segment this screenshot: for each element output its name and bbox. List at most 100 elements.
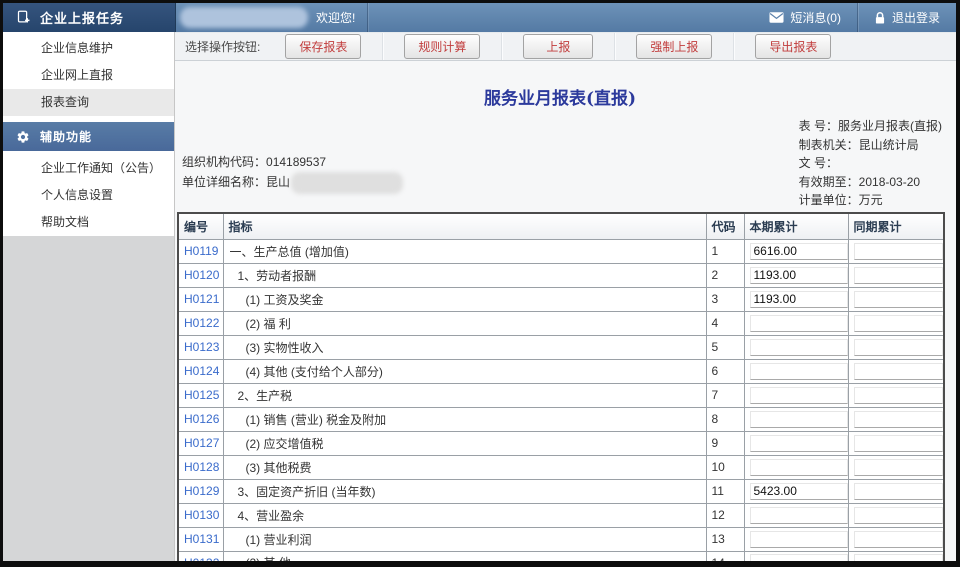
rule-calculate-button[interactable]: 规则计算	[404, 34, 480, 59]
table-row: H0126(1) 销售 (营业) 税金及附加8	[178, 407, 944, 431]
force-submit-button[interactable]: 强制上报	[636, 34, 712, 59]
row-seq: 9	[706, 431, 744, 455]
toolbar-label: 选择操作按钮:	[185, 38, 264, 55]
current-period-input[interactable]	[750, 554, 848, 561]
table-row: H0122(2) 福 利4	[178, 311, 944, 335]
sidebar-item-personal-settings[interactable]: 个人信息设置	[3, 182, 174, 209]
sidebar-item-online-report[interactable]: 企业网上直报	[3, 62, 174, 89]
current-period-input[interactable]	[750, 339, 848, 356]
same-period-input[interactable]	[854, 363, 944, 380]
same-period-input[interactable]	[854, 291, 944, 308]
meta-line-doc-no: 文 号：	[799, 154, 942, 173]
row-indicator: (2) 福 利	[223, 311, 706, 335]
header-indicator: 指标	[223, 213, 706, 239]
table-row: H0128 (3) 其他税费10	[178, 455, 944, 479]
meta-line-valid-until: 有效期至：2018-03-20	[799, 173, 942, 192]
current-period-input[interactable]	[750, 267, 848, 284]
unit-name-line: 单位详细名称：昆山	[182, 172, 403, 194]
table-row: H0132 (2) 其 他14	[178, 551, 944, 561]
row-seq: 13	[706, 527, 744, 551]
row-indicator: (3) 其他税费	[223, 455, 706, 479]
row-seq: 10	[706, 455, 744, 479]
row-indicator: (1) 工资及奖金	[223, 287, 706, 311]
current-period-input[interactable]	[750, 483, 848, 500]
row-code-link[interactable]: H0130	[184, 508, 219, 522]
submit-button[interactable]: 上报	[523, 34, 593, 59]
unit-name-label: 单位详细名称：	[182, 175, 266, 189]
row-seq: 2	[706, 263, 744, 287]
header-code: 编号	[178, 213, 223, 239]
row-seq: 11	[706, 479, 744, 503]
current-period-input[interactable]	[750, 387, 848, 404]
same-period-input[interactable]	[854, 459, 944, 476]
same-period-input[interactable]	[854, 507, 944, 524]
app-title: 企业上报任务	[40, 8, 124, 27]
row-indicator: 1、劳动者报酬	[223, 263, 706, 287]
current-period-input[interactable]	[750, 507, 848, 524]
row-code-link[interactable]: H0126	[184, 412, 219, 426]
row-code-link[interactable]: H0120	[184, 268, 219, 282]
sidebar-item-work-notice[interactable]: 企业工作通知（公告）	[3, 155, 174, 182]
top-bar: 企业上报任务 欢迎您! 短消息(0)	[3, 3, 956, 32]
messages-button[interactable]: 短消息(0)	[753, 3, 857, 32]
same-period-input[interactable]	[854, 531, 944, 548]
sidebar-group-aux-label: 辅助功能	[40, 128, 92, 145]
same-period-input[interactable]	[854, 554, 944, 561]
table-row: H01304、营业盈余12	[178, 503, 944, 527]
meta-line-unit: 计量单位：万元	[799, 191, 942, 210]
redacted-unit-name	[291, 172, 403, 194]
row-code-link[interactable]: H0125	[184, 388, 219, 402]
same-period-input[interactable]	[854, 315, 944, 332]
row-code-link[interactable]: H0123	[184, 340, 219, 354]
report-title: 服务业月报表(直报)	[177, 84, 943, 109]
header-same-period: 同期累计	[848, 213, 944, 239]
logout-button[interactable]: 退出登录	[858, 3, 956, 32]
same-period-input[interactable]	[854, 387, 944, 404]
same-period-input[interactable]	[854, 483, 944, 500]
sidebar-item-report-query[interactable]: 报表查询	[3, 89, 174, 116]
main-content: 服务业月报表(直报) 组织机构代码：014189537 单位详细名称：昆山 表 …	[175, 62, 956, 561]
sidebar-group-aux-functions[interactable]: 辅助功能	[3, 122, 174, 151]
row-code-link[interactable]: H0128	[184, 460, 219, 474]
same-period-input[interactable]	[854, 267, 944, 284]
same-period-input[interactable]	[854, 243, 944, 260]
current-period-input[interactable]	[750, 459, 848, 476]
current-period-input[interactable]	[750, 411, 848, 428]
row-code-link[interactable]: H0124	[184, 364, 219, 378]
same-period-input[interactable]	[854, 411, 944, 428]
current-period-input[interactable]	[750, 291, 848, 308]
row-code-link[interactable]: H0132	[184, 556, 219, 561]
current-period-input[interactable]	[750, 315, 848, 332]
row-seq: 8	[706, 407, 744, 431]
row-code-link[interactable]: H0119	[184, 244, 218, 258]
row-code-link[interactable]: H0127	[184, 436, 219, 450]
sidebar-group-report-tasks[interactable]: 企业上报任务	[3, 3, 175, 32]
redacted-username	[180, 7, 308, 28]
row-code-link[interactable]: H0122	[184, 316, 219, 330]
sidebar-item-help-docs[interactable]: 帮助文档	[3, 209, 174, 236]
org-code-label: 组织机构代码：	[182, 155, 266, 169]
current-period-input[interactable]	[750, 363, 848, 380]
file-plus-icon	[16, 10, 31, 25]
save-report-button[interactable]: 保存报表	[285, 34, 361, 59]
current-period-input[interactable]	[750, 243, 848, 260]
current-period-input[interactable]	[750, 531, 848, 548]
row-code-link[interactable]: H0129	[184, 484, 219, 498]
row-indicator: 2、生产税	[223, 383, 706, 407]
report-table: 编号 指标 代码 本期累计 同期累计 H0119一、生产总值 (增加值)1H01…	[177, 212, 945, 561]
gear-icon	[16, 130, 30, 144]
table-row: H0129 3、固定资产折旧 (当年数)11	[178, 479, 944, 503]
row-seq: 14	[706, 551, 744, 561]
row-indicator: (2) 其 他	[223, 551, 706, 561]
current-period-input[interactable]	[750, 435, 848, 452]
row-seq: 1	[706, 239, 744, 263]
report-meta-block: 表 号：服务业月报表(直报) 制表机关：昆山统计局 文 号： 有效期至：2018…	[799, 117, 942, 210]
row-code-link[interactable]: H0131	[184, 532, 219, 546]
row-indicator: 3、固定资产折旧 (当年数)	[223, 479, 706, 503]
sidebar-item-enterprise-info[interactable]: 企业信息维护	[3, 35, 174, 62]
row-code-link[interactable]: H0121	[184, 292, 219, 306]
row-indicator: 一、生产总值 (增加值)	[223, 239, 706, 263]
same-period-input[interactable]	[854, 339, 944, 356]
same-period-input[interactable]	[854, 435, 944, 452]
export-report-button[interactable]: 导出报表	[755, 34, 831, 59]
